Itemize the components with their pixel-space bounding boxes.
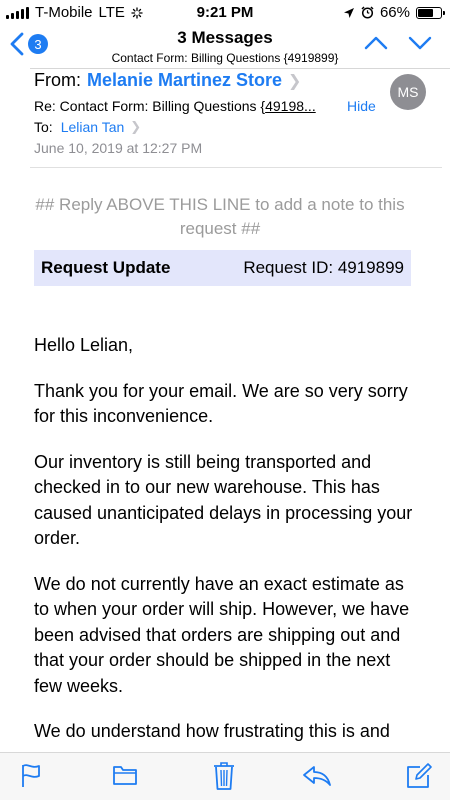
flag-icon[interactable] — [20, 763, 42, 789]
chevron-right-icon: ❯ — [288, 72, 302, 90]
sender-name[interactable]: Melanie Martinez Store — [87, 70, 282, 91]
body-paragraph: We do understand how frustrating this is… — [34, 721, 390, 741]
status-bar: T-Mobile LTE 9:21 PM 66% — [0, 0, 450, 24]
folder-icon[interactable] — [112, 763, 138, 787]
header-divider — [30, 68, 450, 69]
trash-icon[interactable] — [212, 761, 236, 791]
battery-percent: 66% — [379, 4, 410, 21]
bottom-toolbar — [0, 752, 450, 800]
location-icon — [343, 7, 354, 18]
request-update-bar: Request Update Request ID: 4919899 — [34, 250, 411, 286]
reply-icon[interactable] — [302, 765, 332, 787]
hide-button[interactable]: Hide — [347, 98, 376, 114]
next-message-button[interactable] — [408, 36, 432, 50]
message-body: Hello Lelian, Thank you for your email. … — [34, 333, 419, 765]
subject-prefix: Re: Contact Form: Billing Questions { — [34, 98, 266, 114]
to-row: To: Lelian Tan ❯ — [34, 119, 141, 135]
previous-message-button[interactable] — [364, 36, 388, 50]
subject-row: Re: Contact Form: Billing Questions {491… — [34, 98, 434, 114]
subject-truncated: 49198... — [265, 98, 316, 114]
request-update-label: Request Update — [41, 258, 171, 277]
thread-subtitle: Contact Form: Billing Questions {4919899… — [111, 51, 339, 65]
alarm-icon — [361, 6, 374, 19]
nav-bar: 3 3 Messages Contact Form: Billing Quest… — [0, 24, 450, 68]
from-row: From: Melanie Martinez Store ❯ — [34, 70, 301, 91]
recipient-name[interactable]: Lelian Tan — [61, 119, 125, 135]
body-paragraph: We do not currently have an exact estima… — [34, 573, 410, 696]
to-label: To: — [34, 119, 53, 135]
request-id: Request ID: 4919899 — [243, 258, 404, 277]
compose-icon[interactable] — [406, 763, 432, 789]
battery-icon — [416, 6, 445, 19]
body-paragraph: Thank you for your email. We are so very… — [34, 380, 408, 427]
body-divider — [30, 167, 442, 168]
message-date: June 10, 2019 at 12:27 PM — [34, 140, 203, 156]
greeting: Hello Lelian, — [34, 335, 134, 355]
chevron-right-icon: ❯ — [130, 119, 142, 134]
from-label: From: — [34, 70, 81, 90]
body-paragraph: Our inventory is still being transported… — [34, 451, 413, 549]
reply-note: ## Reply ABOVE THIS LINE to add a note t… — [35, 195, 405, 238]
